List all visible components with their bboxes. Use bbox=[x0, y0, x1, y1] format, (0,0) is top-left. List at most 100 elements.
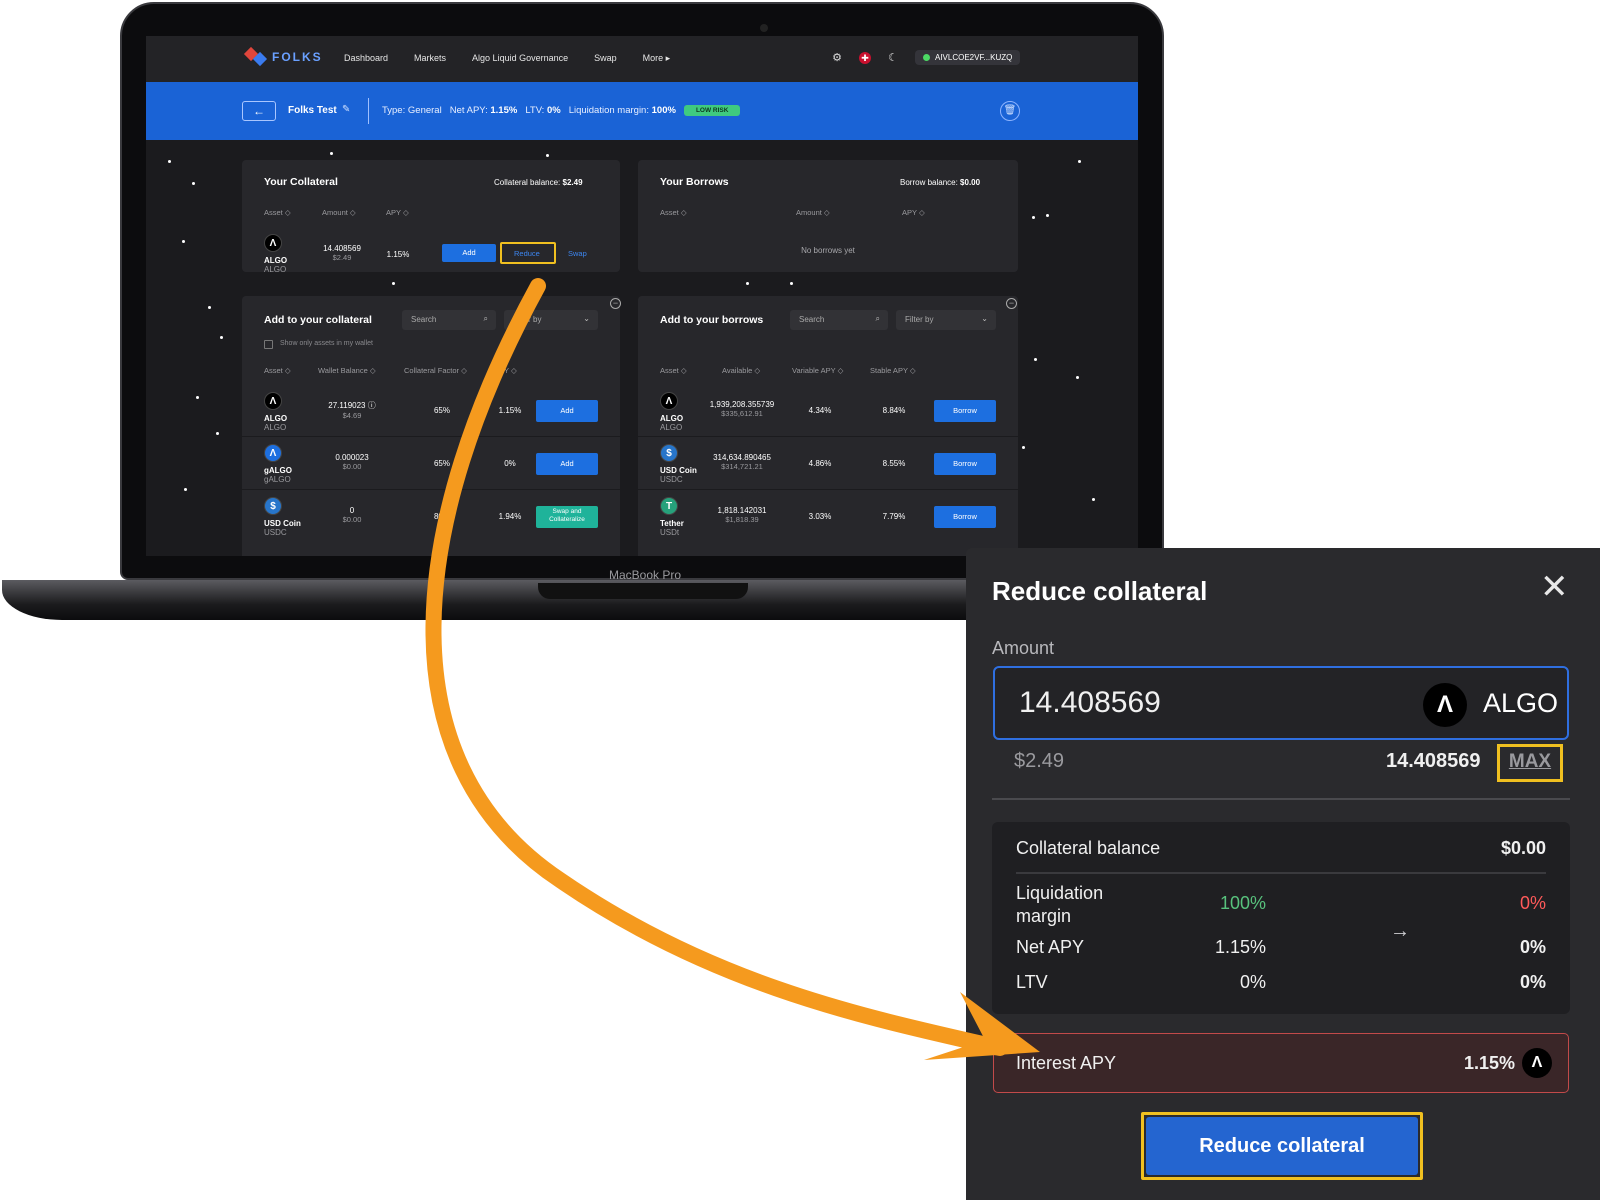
algo-icon: Λ bbox=[660, 392, 678, 410]
asset-symbol: ALGO bbox=[264, 256, 288, 265]
search-placeholder: Search bbox=[799, 315, 825, 324]
asset-name: USD Coin USDC bbox=[660, 466, 697, 484]
usdc-icon: $ bbox=[264, 497, 282, 515]
col-apy[interactable]: APY ◇ bbox=[494, 366, 517, 375]
filter-select[interactable]: Filter by ⌄ bbox=[896, 310, 996, 330]
col-asset[interactable]: Asset ◇ bbox=[660, 208, 687, 217]
only-wallet-checkbox[interactable] bbox=[264, 340, 273, 349]
net-apy-label: Net APY: bbox=[449, 105, 488, 116]
apy-cell: 0% bbox=[504, 459, 516, 468]
balance-usd: $0.00 bbox=[342, 462, 362, 471]
amount-label: Amount bbox=[992, 638, 1055, 658]
add-collateral-panel: Add to your collateral Search ⌕ Filter by… bbox=[242, 296, 620, 556]
modal-title: Reduce collateral bbox=[992, 576, 1208, 606]
asset-symbol: ALGO bbox=[264, 414, 288, 423]
col-amount[interactable]: Amount ◇ bbox=[796, 208, 830, 217]
interest-apy-label: Interest APY bbox=[1016, 1053, 1117, 1073]
filter-placeholder: Filter by bbox=[905, 315, 934, 324]
liq-margin-from: 100% bbox=[1219, 893, 1266, 913]
reduce-link[interactable]: Reduce bbox=[514, 249, 540, 258]
liq-margin-to: 0% bbox=[1519, 893, 1546, 913]
asset-symbol: ALGO bbox=[1483, 688, 1559, 718]
reduce-collateral-button[interactable]: Reduce collateral bbox=[1146, 1117, 1418, 1175]
chevron-down-icon: ⌄ bbox=[981, 314, 988, 323]
col-wallet-balance[interactable]: Wallet Balance ◇ bbox=[318, 366, 376, 375]
galgo-icon: Λ bbox=[264, 444, 282, 462]
algo-icon: Λ bbox=[1423, 683, 1467, 727]
balance-value: 27.119023 ⓘ bbox=[328, 401, 376, 410]
borrow-button[interactable]: Borrow bbox=[934, 506, 996, 528]
trash-icon[interactable]: 🗑 bbox=[1000, 101, 1020, 121]
stable-apy-cell: 8.55% bbox=[882, 459, 906, 468]
add-button[interactable]: Add bbox=[442, 244, 496, 262]
search-placeholder: Search bbox=[411, 315, 437, 324]
col-available[interactable]: Available ◇ bbox=[722, 366, 760, 375]
max-button[interactable]: MAX bbox=[1497, 744, 1563, 782]
nav-swap[interactable]: Swap bbox=[594, 53, 617, 64]
collateral-balance-value: $2.49 bbox=[562, 178, 583, 187]
asset-name: ALGO ALGO bbox=[264, 256, 287, 274]
close-icon[interactable]: ✕ bbox=[1540, 570, 1569, 604]
apy-cell: 1.15% bbox=[386, 250, 410, 259]
liq-margin-label: Liquidation margin bbox=[1016, 883, 1104, 926]
panel-title: Add to your borrows bbox=[660, 314, 764, 326]
back-button[interactable]: ← bbox=[242, 101, 276, 121]
asset-sub: ALGO bbox=[660, 423, 683, 432]
swap-link[interactable]: Swap bbox=[568, 249, 587, 258]
ltv-to: 0% bbox=[1519, 972, 1546, 992]
type-value: General bbox=[407, 105, 442, 116]
asset-sub: ALGO bbox=[264, 265, 287, 274]
col-variable-apy[interactable]: Variable APY ◇ bbox=[792, 366, 843, 375]
borrow-button[interactable]: Borrow bbox=[934, 453, 996, 475]
account-stats: Type: General Net APY: 1.15% LTV: 0% Liq… bbox=[382, 105, 741, 116]
brand-logo[interactable]: FOLKS bbox=[243, 46, 323, 67]
col-asset[interactable]: Asset ◇ bbox=[660, 366, 687, 375]
wallet-button[interactable]: AIVLCOE2VF...KUZQ bbox=[915, 50, 1021, 65]
asset-symbol: USD Coin bbox=[264, 519, 301, 528]
collapse-icon[interactable]: − bbox=[1006, 298, 1017, 309]
nav-algo-liquid-governance[interactable]: Algo Liquid Governance bbox=[472, 53, 568, 64]
language-flag-icon[interactable]: ✚ bbox=[859, 51, 871, 64]
asset-name: gALGO gALGO bbox=[264, 466, 292, 484]
collateral-balance-label: Collateral balance: bbox=[494, 178, 561, 187]
nav-markets[interactable]: Markets bbox=[414, 53, 446, 64]
col-apy[interactable]: APY ◇ bbox=[902, 208, 925, 217]
algo-icon: Λ bbox=[264, 392, 282, 410]
col-amount[interactable]: Amount ◇ bbox=[322, 208, 356, 217]
row-divider bbox=[242, 489, 620, 490]
amount-input[interactable]: 14.408569 Λ ALGO bbox=[993, 666, 1569, 740]
interest-apy-value: 1.15% bbox=[1464, 1053, 1516, 1073]
stable-apy-cell: 8.84% bbox=[882, 406, 906, 415]
search-input[interactable]: Search ⌕ bbox=[790, 310, 888, 330]
borrow-balance-label: Borrow balance: bbox=[900, 178, 958, 187]
row-divider bbox=[638, 436, 1018, 437]
col-asset[interactable]: Asset ◇ bbox=[264, 366, 291, 375]
stats-divider bbox=[1016, 872, 1546, 874]
amount-value: 14.408569 bbox=[1019, 686, 1161, 719]
gear-icon[interactable]: ⚙ bbox=[831, 52, 843, 64]
nav-more[interactable]: More ▸ bbox=[643, 53, 671, 64]
edit-icon[interactable]: ✎ bbox=[342, 104, 350, 115]
asset-name: Tether USDt bbox=[660, 519, 684, 537]
search-input[interactable]: Search ⌕ bbox=[402, 310, 496, 330]
borrow-button[interactable]: Borrow bbox=[934, 400, 996, 422]
your-borrows-panel: Your Borrows Borrow balance: $0.00 Asset… bbox=[638, 160, 1018, 272]
col-collateral-factor[interactable]: Collateral Factor ◇ bbox=[404, 366, 467, 375]
filter-select[interactable]: Filter by ⌄ bbox=[504, 310, 598, 330]
moon-icon[interactable]: ☾ bbox=[887, 52, 899, 64]
collapse-icon[interactable]: − bbox=[610, 298, 621, 309]
col-stable-apy[interactable]: Stable APY ◇ bbox=[870, 366, 916, 375]
borrow-balance: Borrow balance: $0.00 bbox=[900, 178, 980, 187]
available-usd: $1,818.39 bbox=[725, 515, 759, 524]
laptop-notch bbox=[538, 583, 748, 599]
add-button[interactable]: Add bbox=[536, 400, 598, 422]
col-apy[interactable]: APY ◇ bbox=[386, 208, 409, 217]
add-button[interactable]: Add bbox=[536, 453, 598, 475]
balance-value: 0.000023 bbox=[335, 453, 369, 462]
camera-icon bbox=[760, 24, 768, 32]
swap-and-collateralize-button[interactable]: Swap and Collateralize bbox=[536, 506, 598, 528]
nav-dashboard[interactable]: Dashboard bbox=[344, 53, 388, 64]
col-asset[interactable]: Asset ◇ bbox=[264, 208, 291, 217]
panel-title: Add to your collateral bbox=[264, 314, 372, 326]
ltv-value: 0% bbox=[546, 105, 561, 116]
